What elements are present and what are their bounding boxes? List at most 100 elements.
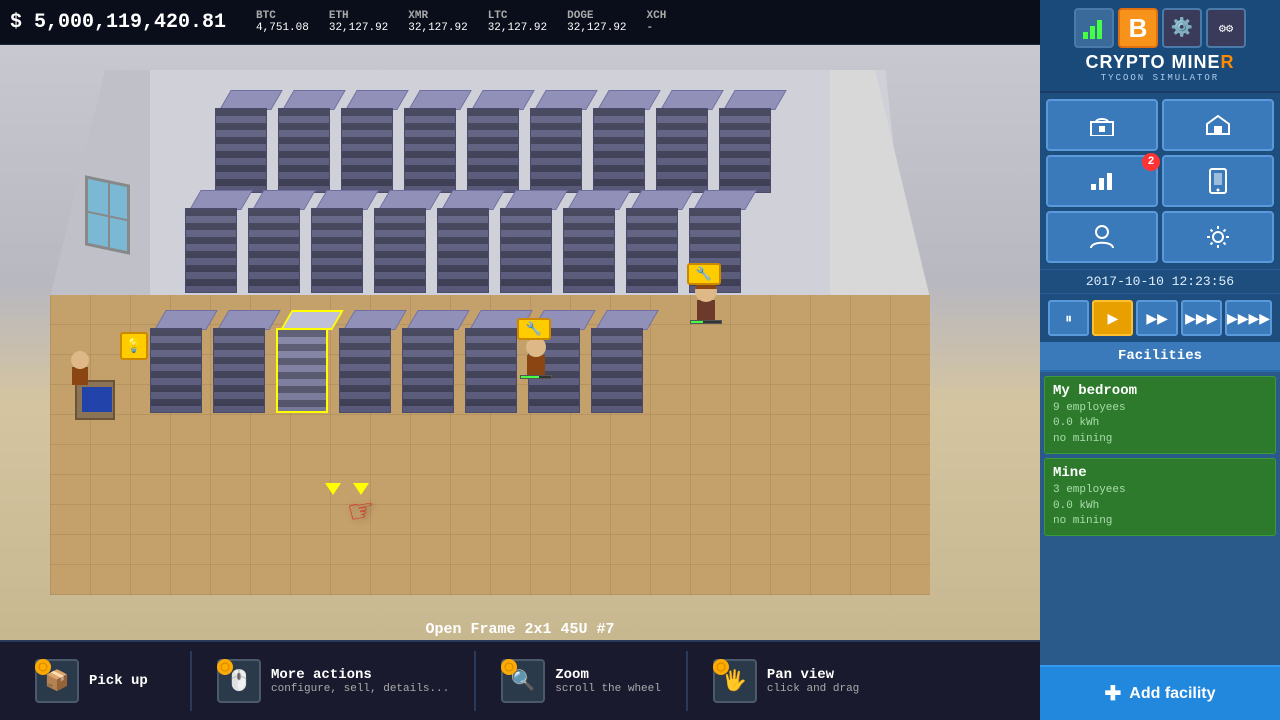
rack-row-back (215, 90, 779, 193)
server-rack (465, 310, 525, 413)
rack-front (626, 208, 678, 293)
pickup-icon-box[interactable]: 📦 (35, 659, 79, 703)
rack-top (343, 310, 407, 330)
selected-item-text: Open Frame 2x1 45U #7 (425, 621, 614, 638)
rack-top (252, 190, 316, 210)
server-rack (213, 310, 273, 413)
rack-top (471, 90, 535, 110)
double-gear-logo-icon: ⚙⚙ (1206, 8, 1246, 48)
nav-facility-button[interactable] (1162, 99, 1274, 151)
pickup-action[interactable]: 📦 Pick up (20, 654, 180, 708)
server-rack (374, 190, 434, 293)
server-rack (404, 90, 464, 193)
logo-icons-row: B ⚙️ ⚙⚙ (1074, 8, 1246, 48)
server-rack (593, 90, 653, 193)
nav-settings-button[interactable] (1162, 211, 1274, 263)
facility-item-bedroom[interactable]: My bedroom 9 employees 0.0 kWh no mining (1044, 376, 1276, 454)
rack-top (154, 310, 218, 330)
rack-slots (375, 209, 425, 292)
rack-top (217, 310, 281, 330)
pan-desc: click and drag (767, 683, 859, 695)
rack-front (591, 328, 643, 413)
window-vertical-frame (108, 183, 110, 247)
facility-kwh-mine: 0.0 kWh (1053, 499, 1267, 514)
play-button[interactable]: ▶ (1092, 300, 1133, 336)
game-area[interactable]: 💡 (0, 45, 1040, 640)
rack-top (660, 90, 724, 110)
speed1-button[interactable]: ▶▶ (1136, 300, 1177, 336)
server-rack (402, 310, 462, 413)
facility-item-mine[interactable]: Mine 3 employees 0.0 kWh no mining (1044, 458, 1276, 536)
facility-mining-bedroom: no mining (1053, 432, 1267, 447)
stats-notification-badge: 2 (1142, 153, 1160, 171)
rack-top (345, 90, 409, 110)
rack-front (185, 208, 237, 293)
rack-slots (405, 109, 455, 192)
server-rack (626, 190, 686, 293)
rack-front (276, 328, 328, 413)
nav-employee-button[interactable] (1046, 211, 1158, 263)
xmr-name: XMR (408, 10, 428, 22)
ltc-name: LTC (488, 10, 508, 22)
server-rack (656, 90, 716, 193)
rack-row-middle (185, 190, 749, 293)
nav-stats-button[interactable]: 2 (1046, 155, 1158, 207)
rack-slots (214, 329, 264, 412)
rack-slots (278, 330, 326, 411)
server-rack (311, 190, 371, 293)
bar-chart-logo-icon (1074, 8, 1114, 48)
divider-3 (686, 651, 688, 711)
pan-icon-box[interactable]: 🖐️ (713, 659, 757, 703)
zoom-icon-box[interactable]: 🔍 (501, 659, 545, 703)
rack-slots (151, 329, 201, 412)
rack-front (374, 208, 426, 293)
more-actions-action[interactable]: 🖱️ More actions configure, sell, details… (202, 654, 464, 708)
rack-front (402, 328, 454, 413)
logo-subtitle: Tycoon Simulator (1085, 73, 1234, 83)
nav-shop-button[interactable] (1046, 99, 1158, 151)
pickup-text: Pick up (89, 673, 148, 689)
rack-top (723, 90, 787, 110)
rack-front (278, 108, 330, 193)
rack-front (248, 208, 300, 293)
speed-controls: ⏸ ▶ ▶▶ ▶▶▶ ▶▶▶▶ (1040, 294, 1280, 342)
pan-action[interactable]: 🖐️ Pan view click and drag (698, 654, 874, 708)
facility-kwh-bedroom: 0.0 kWh (1053, 416, 1267, 431)
rack-row-front (150, 310, 651, 413)
rack-slots (438, 209, 488, 292)
rack-top (315, 190, 379, 210)
right-panel: B ⚙️ ⚙⚙ Crypto MineR Tycoon Simulator 2 (1040, 0, 1280, 720)
rack-front (339, 328, 391, 413)
worker-character-right: 🔧 (690, 270, 722, 320)
more-actions-text: More actions configure, sell, details... (271, 667, 449, 695)
nav-mobile-button[interactable] (1162, 155, 1274, 207)
rack-front (465, 328, 517, 413)
facility-employees-mine: 3 employees (1053, 483, 1267, 498)
pause-button[interactable]: ⏸ (1048, 300, 1089, 336)
zoom-action[interactable]: 🔍 Zoom scroll the wheel (486, 654, 676, 708)
server-rack-selected[interactable] (276, 310, 336, 413)
doge-name: DOGE (567, 10, 593, 22)
speed2-button[interactable]: ▶▶▶ (1181, 300, 1222, 336)
speed3-button[interactable]: ▶▶▶▶ (1225, 300, 1272, 336)
server-rack (215, 90, 275, 193)
eth-value: 32,127.92 (329, 22, 388, 34)
rack-front (311, 208, 363, 293)
rack-top (408, 90, 472, 110)
pan-key-indicator (713, 659, 729, 675)
add-facility-label: Add facility (1129, 685, 1215, 703)
char-sprite: 🔧 (690, 270, 722, 320)
computer-screen (82, 387, 112, 412)
more-actions-icon-box[interactable]: 🖱️ (217, 659, 261, 703)
worker-wrench-icon-right: 🔧 (687, 263, 721, 285)
selected-item-label: Open Frame 2x1 45U #7 (0, 620, 1040, 638)
logo-area: B ⚙️ ⚙⚙ Crypto MineR Tycoon Simulator (1040, 0, 1280, 93)
pan-title: Pan view (767, 667, 859, 683)
xmr-value: 32,127.92 (408, 22, 467, 34)
rack-slots (186, 209, 236, 292)
rack-front (593, 108, 645, 193)
add-facility-button[interactable]: ✚ Add facility (1040, 665, 1280, 720)
crypto-btc: BTC 4,751.08 (256, 10, 309, 34)
worker-character-center: 🔧 (520, 325, 552, 375)
facility-employees-bedroom: 9 employees (1053, 401, 1267, 416)
